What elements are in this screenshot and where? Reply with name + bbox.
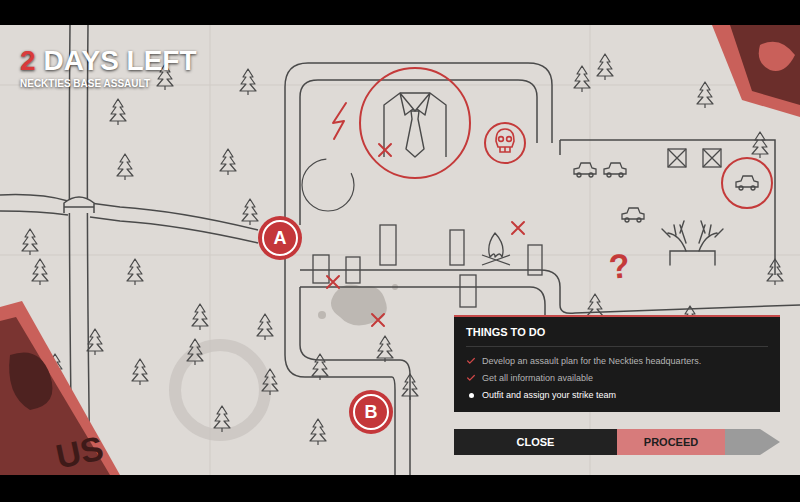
tree-icon <box>402 374 418 400</box>
tree-icon <box>697 82 713 108</box>
bridge-icon <box>64 197 94 213</box>
car-target-icon <box>722 158 772 208</box>
tree-icon <box>310 419 326 445</box>
tree-icon <box>257 314 273 340</box>
car-icon <box>736 176 758 190</box>
task-list: Develop an assault plan for the Neckties… <box>466 347 768 401</box>
marker-ring: B <box>353 394 389 430</box>
panel-title: THINGS TO DO <box>466 325 768 347</box>
tree-icon <box>192 304 208 330</box>
cross-mark-icon <box>379 144 391 156</box>
tree-icon <box>132 359 148 385</box>
checkmark-icon <box>466 356 476 366</box>
tree-icon <box>597 54 613 80</box>
bullet-dot-icon <box>466 390 476 400</box>
tree-icon <box>22 229 38 255</box>
car-icon <box>604 163 626 177</box>
parking-lot <box>560 140 775 275</box>
tree-icon <box>110 99 126 125</box>
tree-icon <box>752 132 768 158</box>
tree-icon <box>32 259 48 285</box>
map-marker[interactable]: B <box>349 390 393 434</box>
tree-icon <box>262 369 278 395</box>
building-icon <box>313 255 329 283</box>
task-label: Develop an assault plan for the Neckties… <box>482 355 701 367</box>
task-item: Get all information available <box>466 372 768 384</box>
task-item: Develop an assault plan for the Neckties… <box>466 355 768 367</box>
proceed-arrow-tip-icon <box>760 429 780 455</box>
map-marker[interactable]: A <box>258 216 302 260</box>
game-screen: 2DAYS LEFTNECKTIES BASE ASSAULTAB?USTHIN… <box>0 0 800 502</box>
poster-top-right-icon <box>712 25 800 117</box>
tree-icon <box>574 66 590 92</box>
car-icon <box>622 208 644 222</box>
task-label: Get all information available <box>482 372 593 384</box>
campfire-icon <box>482 233 510 265</box>
necktie-headquarters-icon <box>360 68 470 178</box>
days-label: DAYS LEFT <box>44 45 197 77</box>
tree-icon <box>767 259 783 285</box>
checkmark-icon <box>466 373 476 383</box>
building-icon <box>380 225 396 265</box>
days-left-title: 2DAYS LEFT <box>20 45 197 77</box>
tree-icon <box>187 339 203 365</box>
tree-icon <box>220 149 236 175</box>
tree-icon <box>127 259 143 285</box>
letterbox-top <box>0 0 800 25</box>
crate-icon <box>668 149 686 167</box>
tree-icon <box>377 336 393 362</box>
poster-bottom-left-icon <box>0 301 120 475</box>
tree-icon <box>214 406 230 432</box>
skull-icon <box>485 123 525 163</box>
cross-mark-icon <box>327 276 339 288</box>
question-mark-note: ? <box>607 246 632 286</box>
marker-ring: A <box>262 220 298 256</box>
close-button[interactable]: CLOSE <box>454 429 617 455</box>
days-count: 2 <box>20 45 36 77</box>
moose-lodge-icon <box>662 221 723 265</box>
things-to-do-panel: THINGS TO DO Develop an assault plan for … <box>454 315 780 412</box>
tree-icon <box>87 329 103 355</box>
cross-mark-icon <box>512 222 524 234</box>
car-icon <box>574 163 596 177</box>
action-bar: CLOSEPROCEED <box>454 429 780 455</box>
tree-icon <box>240 69 256 95</box>
tree-icon <box>242 199 258 225</box>
building-icon <box>528 245 542 275</box>
building-icon <box>460 275 476 307</box>
road-icon <box>0 25 800 475</box>
letterbox-bottom <box>0 475 800 502</box>
coffee-ring-icon <box>302 159 354 211</box>
tree-icon <box>312 354 328 380</box>
tree-icon <box>117 154 133 180</box>
crate-icon <box>703 149 721 167</box>
task-item: Outfit and assign your strike team <box>466 389 768 401</box>
proceed-button[interactable]: PROCEED <box>617 429 780 455</box>
map-view: 2DAYS LEFTNECKTIES BASE ASSAULTAB?USTHIN… <box>0 25 800 475</box>
cross-mark-icon <box>372 314 384 326</box>
building-icon <box>450 230 464 265</box>
proceed-arrow-icon <box>725 429 760 455</box>
building-icon <box>346 257 360 283</box>
mission-name: NECKTIES BASE ASSAULT <box>20 77 197 90</box>
grid-lines <box>0 25 800 475</box>
mission-header: 2DAYS LEFTNECKTIES BASE ASSAULT <box>20 45 197 90</box>
task-label: Outfit and assign your strike team <box>482 389 616 401</box>
lightning-icon <box>333 103 346 139</box>
